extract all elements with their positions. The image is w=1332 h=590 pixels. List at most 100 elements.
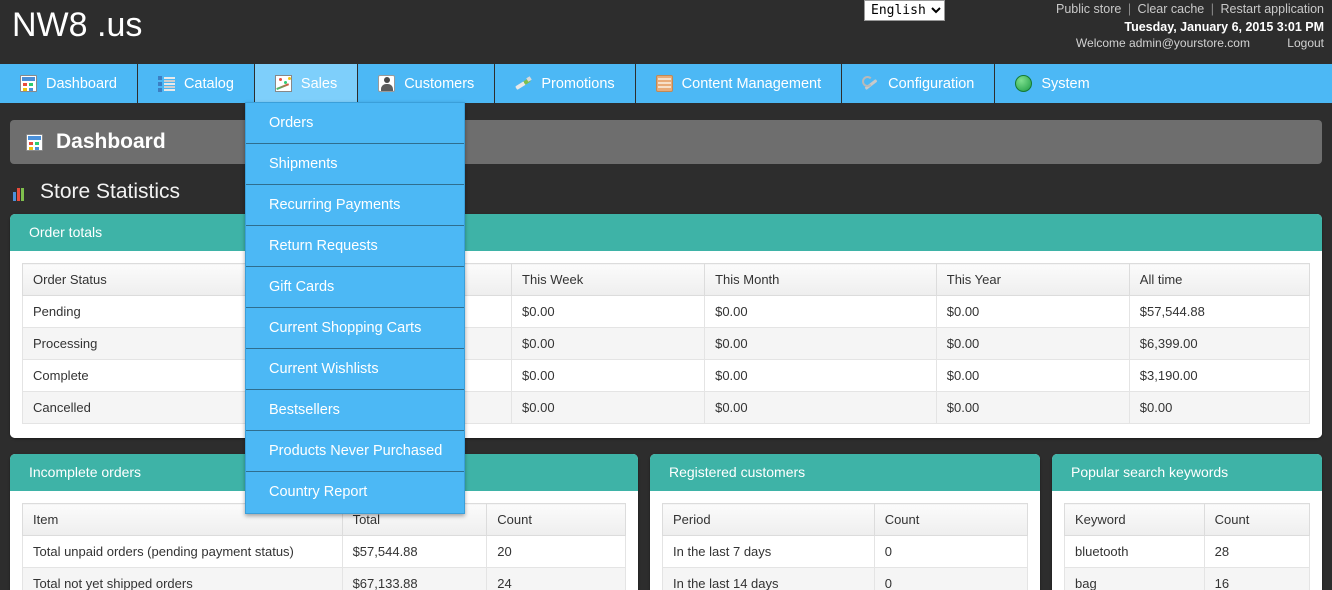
nav-item-content-management[interactable]: Content Management <box>636 64 842 103</box>
popular-keywords-panel: Popular search keywords Keyword Count bl… <box>1052 454 1322 590</box>
link-separator-1: | <box>1125 2 1134 16</box>
table-header-row: Keyword Count <box>1065 504 1310 536</box>
logo-main: NW8 <box>12 6 88 44</box>
menu-item-current-wishlists[interactable]: Current Wishlists <box>246 349 464 390</box>
table-row: Total not yet shipped orders $67,133.88 … <box>23 568 626 590</box>
cell-item: Total unpaid orders (pending payment sta… <box>23 536 343 568</box>
section-title: Store Statistics <box>40 180 180 204</box>
table-row: Cancelled $0.00 $0.00 $0.00 $0.00 $0.00 <box>23 392 1310 424</box>
popular-keywords-title: Popular search keywords <box>1052 454 1322 491</box>
order-totals-body: Order Status Today This Week This Month … <box>10 251 1322 438</box>
cell-this-month: $0.00 <box>705 328 937 360</box>
language-select[interactable]: English <box>864 0 945 21</box>
menu-item-current-shopping-carts[interactable]: Current Shopping Carts <box>246 308 464 349</box>
cell-this-year: $0.00 <box>936 392 1129 424</box>
nav-item-promotions[interactable]: Promotions <box>495 64 635 103</box>
nav-item-customers[interactable]: Customers <box>358 64 495 103</box>
clear-cache-link[interactable]: Clear cache <box>1138 2 1205 16</box>
table-row: Total unpaid orders (pending payment sta… <box>23 536 626 568</box>
col-count: Count <box>874 504 1027 536</box>
site-logo[interactable]: NW8 .us <box>12 6 142 45</box>
menu-item-gift-cards[interactable]: Gift Cards <box>246 267 464 308</box>
order-totals-row: Order totals Order Status Today This Wee… <box>10 214 1322 438</box>
statistics-panels-row: Incomplete orders Item Total Count Total… <box>10 454 1322 590</box>
table-row: In the last 7 days 0 <box>663 536 1028 568</box>
menu-item-recurring-payments[interactable]: Recurring Payments <box>246 185 464 226</box>
cell-this-month: $0.00 <box>705 360 937 392</box>
top-header: NW8 .us English Public store | Clear cac… <box>0 0 1332 64</box>
col-count: Count <box>1204 504 1309 536</box>
cell-keyword: bluetooth <box>1065 536 1205 568</box>
nav-item-sales[interactable]: Sales <box>255 64 358 103</box>
nav-label-customers: Customers <box>404 76 474 92</box>
table-row: Pending $0.00 $0.00 $0.00 $0.00 $57,544.… <box>23 296 1310 328</box>
header-links: Public store | Clear cache | Restart app… <box>1056 2 1324 16</box>
page-titlebar: Dashboard <box>10 120 1322 164</box>
menu-item-return-requests[interactable]: Return Requests <box>246 226 464 267</box>
cell-count: 24 <box>487 568 626 590</box>
col-all-time: All time <box>1129 264 1309 296</box>
table-header-row: Order Status Today This Week This Month … <box>23 264 1310 296</box>
public-store-link[interactable]: Public store <box>1056 2 1121 16</box>
registered-customers-title: Registered customers <box>650 454 1040 491</box>
registered-customers-body: Period Count In the last 7 days 0 In the… <box>650 491 1040 590</box>
menu-item-products-never-purchased[interactable]: Products Never Purchased <box>246 431 464 472</box>
cell-all-time: $57,544.88 <box>1129 296 1309 328</box>
popular-keywords-table: Keyword Count bluetooth 28 bag 16 <box>1064 503 1310 590</box>
menu-item-shipments[interactable]: Shipments <box>246 144 464 185</box>
cell-this-month: $0.00 <box>705 392 937 424</box>
col-count: Count <box>487 504 626 536</box>
current-datetime: Tuesday, January 6, 2015 3:01 PM <box>1124 20 1324 34</box>
logo-suffix: .us <box>97 6 142 44</box>
popular-keywords-body: Keyword Count bluetooth 28 bag 16 <box>1052 491 1322 590</box>
nav-label-sales: Sales <box>301 76 337 92</box>
nav-item-dashboard[interactable]: Dashboard <box>0 64 138 103</box>
nav-label-content-management: Content Management <box>682 76 821 92</box>
col-keyword: Keyword <box>1065 504 1205 536</box>
cell-all-time: $6,399.00 <box>1129 328 1309 360</box>
nav-item-system[interactable]: System <box>995 64 1332 103</box>
cell-this-year: $0.00 <box>936 360 1129 392</box>
order-totals-title: Order totals <box>10 214 1322 251</box>
cell-count: 0 <box>874 568 1027 590</box>
configuration-wrench-icon <box>862 75 879 92</box>
menu-item-country-report[interactable]: Country Report <box>246 472 464 513</box>
registered-customers-panel: Registered customers Period Count In the… <box>650 454 1040 590</box>
cell-count: 0 <box>874 536 1027 568</box>
cell-this-year: $0.00 <box>936 296 1129 328</box>
table-row: Processing $0.00 $0.00 $0.00 $0.00 $6,39… <box>23 328 1310 360</box>
table-row: Complete $0.00 $0.00 $0.00 $0.00 $3,190.… <box>23 360 1310 392</box>
dashboard-grid-icon <box>26 134 43 151</box>
table-row: bluetooth 28 <box>1065 536 1310 568</box>
cell-this-week: $0.00 <box>512 392 705 424</box>
nav-item-configuration[interactable]: Configuration <box>842 64 995 103</box>
cell-total: $57,544.88 <box>342 536 487 568</box>
menu-item-orders[interactable]: Orders <box>246 103 464 144</box>
catalog-list-icon <box>158 75 175 92</box>
page-content: Dashboard Store Statistics Order totals … <box>0 120 1332 590</box>
table-header-row: Period Count <box>663 504 1028 536</box>
cell-this-week: $0.00 <box>512 296 705 328</box>
sales-dropdown-menu: Orders Shipments Recurring Payments Retu… <box>245 102 465 514</box>
cell-keyword: bag <box>1065 568 1205 590</box>
menu-item-bestsellers[interactable]: Bestsellers <box>246 390 464 431</box>
logout-link[interactable]: Logout <box>1287 36 1324 50</box>
nav-label-dashboard: Dashboard <box>46 76 117 92</box>
welcome-text: Welcome admin@yourstore.com <box>1076 36 1250 50</box>
table-row: bag 16 <box>1065 568 1310 590</box>
cell-item: Total not yet shipped orders <box>23 568 343 590</box>
system-sphere-icon <box>1015 75 1032 92</box>
cell-all-time: $0.00 <box>1129 392 1309 424</box>
registered-customers-table: Period Count In the last 7 days 0 In the… <box>662 503 1028 590</box>
col-this-week: This Week <box>512 264 705 296</box>
main-navigation: Dashboard Catalog Sales Customers Promot… <box>0 64 1332 106</box>
nav-label-catalog: Catalog <box>184 76 234 92</box>
link-separator-2: | <box>1208 2 1217 16</box>
col-this-year: This Year <box>936 264 1129 296</box>
welcome-row: Welcome admin@yourstore.com Logout <box>1076 36 1324 50</box>
cell-this-month: $0.00 <box>705 296 937 328</box>
page-title: Dashboard <box>56 130 166 154</box>
col-this-month: This Month <box>705 264 937 296</box>
restart-application-link[interactable]: Restart application <box>1220 2 1324 16</box>
nav-item-catalog[interactable]: Catalog <box>138 64 255 103</box>
